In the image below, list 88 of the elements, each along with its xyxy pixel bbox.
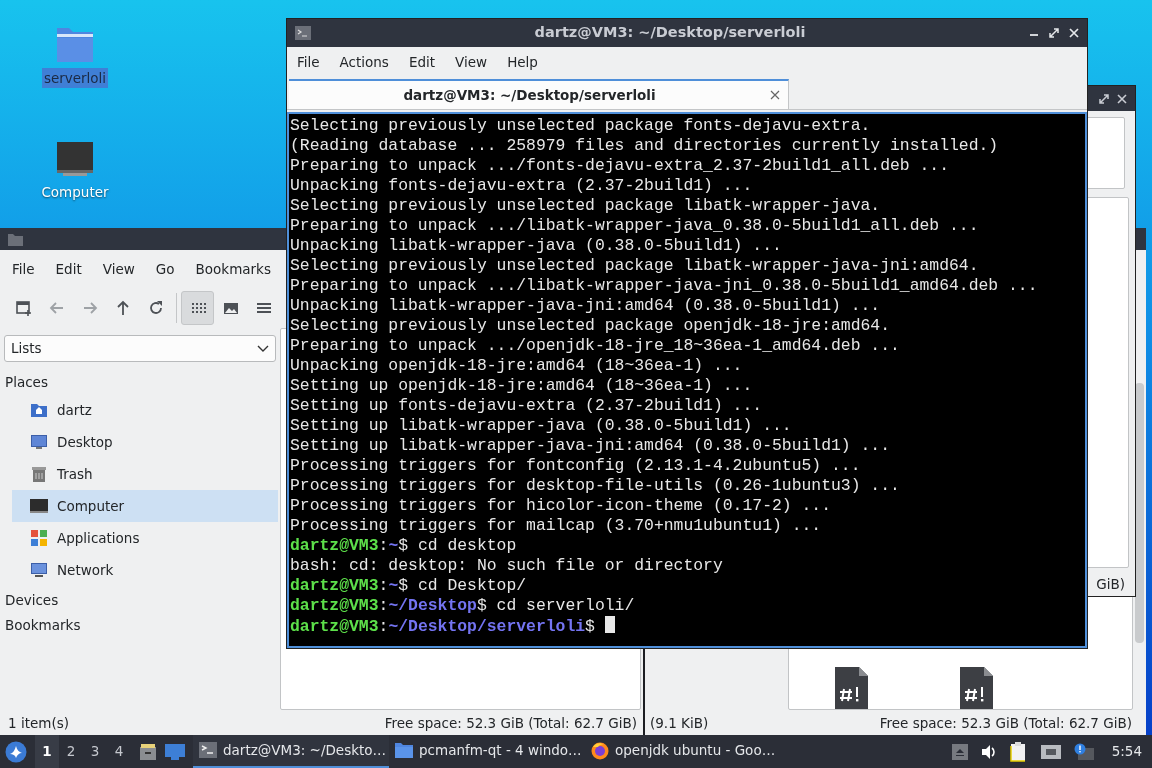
trash-icon xyxy=(30,465,48,484)
output-line: Preparing to unpack .../fonts-dejavu-extra_2.37-2build1_all.deb ... xyxy=(290,156,950,176)
sidebar-item[interactable]: Applications xyxy=(12,522,278,555)
sidebar-item[interactable]: Desktop xyxy=(12,426,278,459)
output-line: Setting up libatk-wrapper-java-jni:amd64 (0.38.0-5build1) ... xyxy=(290,436,891,456)
taskbar-button[interactable]: pcmanfm-qt - 4 windo… xyxy=(389,735,585,768)
network-icon xyxy=(30,561,48,580)
workspace-button[interactable]: 1 xyxy=(35,735,59,768)
computer-icon xyxy=(30,497,48,516)
output-line: Processing triggers for fontconfig (2.13.1-4.2ubuntu5) ... xyxy=(290,456,862,476)
chevron-down-icon xyxy=(257,344,269,353)
output-line: Unpacking libatk-wrapper-java-jni:amd64 (0.38.0-5build1) ... xyxy=(290,296,882,316)
home-icon xyxy=(30,401,48,420)
menu-item[interactable]: Actions xyxy=(330,52,398,73)
section-header: Bookmarks xyxy=(4,615,82,635)
output-line: Processing triggers for desktop-file-utils (0.26-1ubuntu3) ... xyxy=(290,476,901,496)
sidebar-item[interactable]: Network xyxy=(12,554,278,587)
taskbar-button[interactable]: dartz@VM3: ~/Deskto… xyxy=(193,735,389,768)
taskbar-button[interactable]: openjdk ubuntu - Goo… xyxy=(585,735,781,768)
output-line: bash: cd: desktop: No such file or directory xyxy=(290,556,724,576)
terminal-icon xyxy=(199,741,217,760)
prompt-line: dartz@VM3:~$ cd desktop xyxy=(290,536,518,556)
workspace-button[interactable]: 3 xyxy=(83,735,107,768)
eject-icon[interactable] xyxy=(951,743,968,760)
menu-item[interactable]: Help xyxy=(498,52,547,73)
prompt-line: dartz@VM3:~/Desktop$ cd serverloli/ xyxy=(290,596,636,616)
sidebar-item[interactable]: Computer xyxy=(12,490,278,523)
close-icon[interactable] xyxy=(770,90,780,100)
output-line: Preparing to unpack .../libatk-wrapper-java-jni_0.38.0-5build1_amd64.deb ... xyxy=(290,276,1039,296)
script-file-icon[interactable] xyxy=(960,667,993,709)
output-line: Processing triggers for mailcap (3.70+nmu1ubuntu1) ... xyxy=(290,516,823,536)
menu-item[interactable]: Edit xyxy=(399,52,445,73)
new-tab-icon[interactable] xyxy=(15,299,34,317)
clipboard-icon[interactable] xyxy=(1009,741,1028,762)
browser-icon xyxy=(591,741,609,760)
window-title: dartz@VM3: ~/Desktop/serverloli xyxy=(533,23,807,43)
output-line: Unpacking fonts-dejavu-extra (2.37-2build1) ... xyxy=(290,176,754,196)
output-line: (Reading database ... 258979 files and directories currently installed.) xyxy=(290,136,1000,156)
workspace-button[interactable]: 4 xyxy=(107,735,131,768)
folder-icon xyxy=(8,232,23,246)
output-line: Unpacking openjdk-18-jre:amd64 (18~36ea-1) ... xyxy=(290,356,744,376)
output-line: Setting up libatk-wrapper-java (0.38.0-5build1) ... xyxy=(290,416,793,436)
menu-item[interactable]: View xyxy=(446,52,497,73)
sidebar-item[interactable]: dartz xyxy=(12,394,278,427)
terminal-icon xyxy=(295,26,311,40)
restore-icon[interactable] xyxy=(1049,28,1059,38)
prompt-line: dartz@VM3:~$ cd Desktop/ xyxy=(290,576,528,596)
section-header: Devices xyxy=(4,591,60,611)
workspace-button[interactable]: 2 xyxy=(59,735,83,768)
menu-item[interactable]: Go xyxy=(146,258,184,280)
status-text: 1 item(s) xyxy=(8,713,69,733)
scrollbar-thumb[interactable] xyxy=(1135,383,1144,643)
menu-item[interactable]: Edit xyxy=(46,258,91,280)
applications-icon xyxy=(30,529,48,548)
section-header: Places xyxy=(4,373,49,392)
menu-item[interactable]: View xyxy=(93,258,144,280)
terminal-tab[interactable]: dartz@VM3: ~/Desktop/serverloli xyxy=(289,79,789,109)
prompt-line: dartz@VM3:~/Desktop/serverloli$ xyxy=(290,616,1085,637)
output-line: Processing triggers for hicolor-icon-theme (0.17-2) ... xyxy=(290,496,832,516)
menu-item[interactable]: File xyxy=(3,258,44,280)
desktop-icon xyxy=(30,433,48,452)
network-icon[interactable] xyxy=(1039,742,1062,761)
status-text: (9.1 KiB) xyxy=(650,713,709,733)
status-text: Free space: 52.3 GiB (Total: 62.7 GiB) xyxy=(879,713,1132,733)
output-line: Selecting previously unselected package libatk-wrapper-java-jni:amd64. xyxy=(290,256,980,276)
output-line: Preparing to unpack .../openjdk-18-jre_18~36ea-1_amd64.deb ... xyxy=(290,336,901,356)
menu-item[interactable]: File xyxy=(288,52,329,73)
icon-label[interactable]: serverloli xyxy=(41,68,109,89)
output-line: Selecting previously unselected package openjdk-18-jre:amd64. xyxy=(290,316,891,336)
status-text: Free space: 52.3 GiB (Total: 62.7 GiB) xyxy=(384,713,637,733)
file-cabinet-icon[interactable] xyxy=(139,742,157,761)
desktop-icon[interactable] xyxy=(165,743,185,760)
output-line: Unpacking libatk-wrapper-java (0.38.0-5build1) ... xyxy=(290,236,783,256)
start-menu-icon[interactable] xyxy=(5,740,27,763)
status-text: GiB) xyxy=(1096,574,1125,594)
restore-icon[interactable] xyxy=(1099,93,1109,104)
dropdown[interactable]: Lists xyxy=(4,335,276,362)
menu-item[interactable]: Bookmarks xyxy=(186,258,280,280)
script-file-icon[interactable] xyxy=(835,667,868,709)
folder-icon xyxy=(395,741,413,760)
output-line: Selecting previously unselected package libatk-wrapper-java. xyxy=(290,196,882,216)
sidebar-item[interactable]: Trash xyxy=(12,458,278,491)
output-line: Preparing to unpack .../libatk-wrapper-java_0.38.0-5build1_all.deb ... xyxy=(290,216,980,236)
output-line: Selecting previously unselected package fonts-dejavu-extra. xyxy=(290,116,872,136)
clock: 5:54 xyxy=(1111,742,1142,762)
output-line: Setting up openjdk-18-jre:amd64 (18~36ea-1) ... xyxy=(290,376,754,396)
notification-icon[interactable] xyxy=(1073,742,1094,761)
output-line: Setting up fonts-dejavu-extra (2.37-2build1) ... xyxy=(290,396,764,416)
